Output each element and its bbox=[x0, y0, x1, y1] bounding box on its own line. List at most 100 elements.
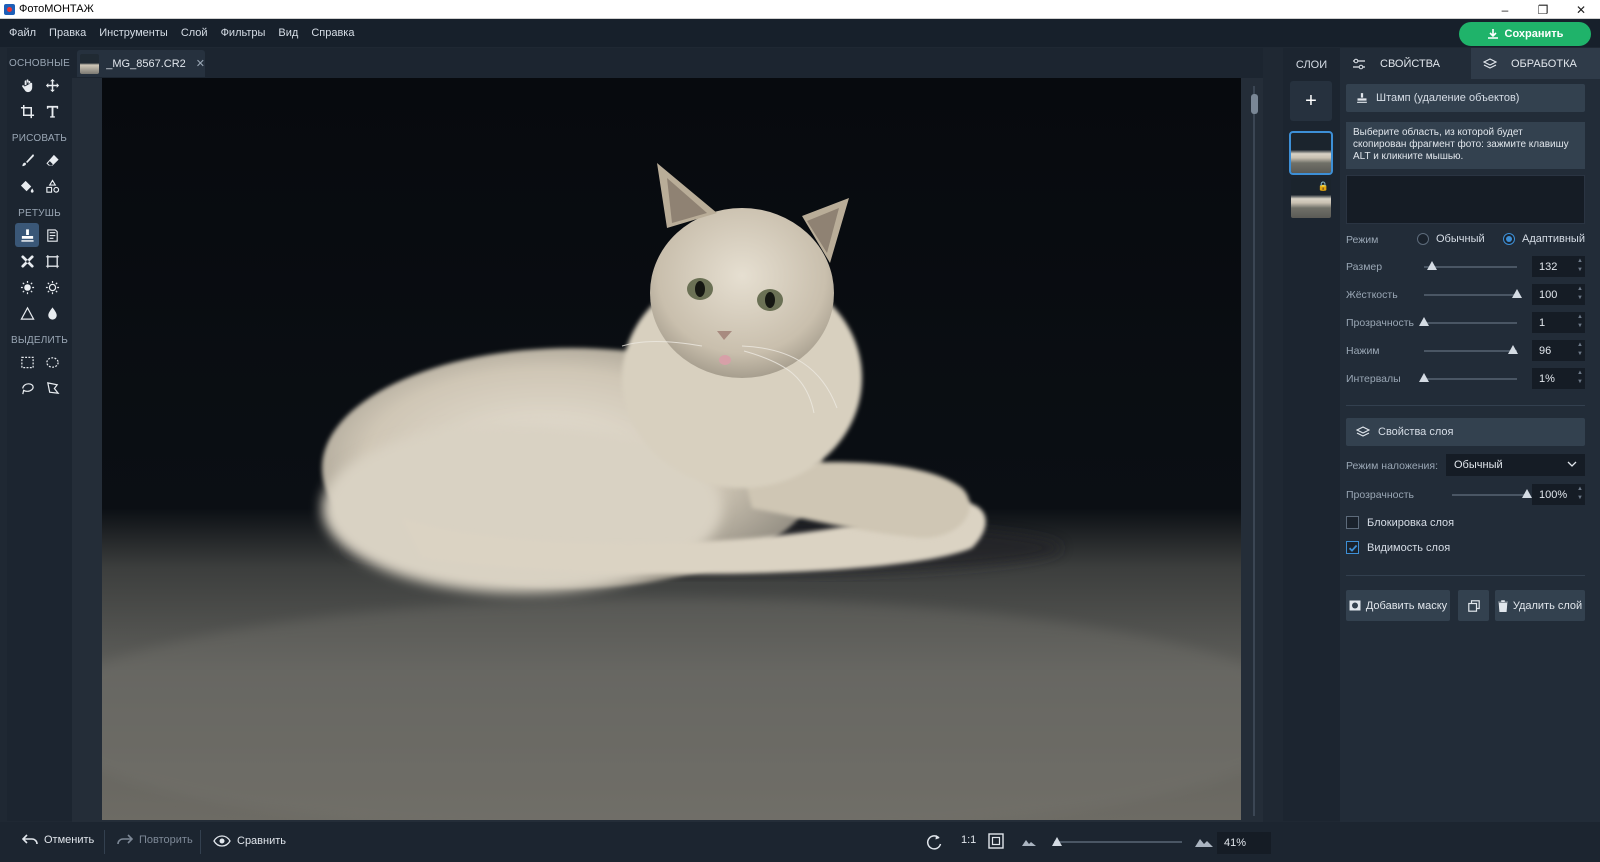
param-slider-knob[interactable] bbox=[1419, 373, 1429, 382]
lasso-tool[interactable] bbox=[15, 376, 39, 400]
spin-arrows[interactable]: ▲ ▼ bbox=[1577, 341, 1583, 359]
brush-tool[interactable] bbox=[15, 148, 39, 172]
param-input[interactable]: 132 ▲ ▼ bbox=[1532, 256, 1585, 277]
delete-layer-button[interactable]: Удалить слой bbox=[1495, 590, 1585, 621]
healing-tool[interactable] bbox=[15, 249, 39, 273]
photo-canvas[interactable] bbox=[102, 78, 1241, 820]
restore-button[interactable]: ❐ bbox=[1524, 0, 1562, 19]
param-slider-knob[interactable] bbox=[1427, 261, 1438, 270]
minimize-button[interactable]: – bbox=[1486, 0, 1524, 19]
patch-icon bbox=[46, 228, 58, 242]
close-window-button[interactable]: ✕ bbox=[1562, 0, 1600, 19]
rect-select-tool[interactable] bbox=[15, 350, 39, 374]
spin-arrows[interactable]: ▲ ▼ bbox=[1577, 313, 1583, 331]
scroll-thumb[interactable] bbox=[1251, 94, 1258, 114]
param-slider-knob[interactable] bbox=[1419, 317, 1429, 326]
rotate-button[interactable] bbox=[925, 833, 943, 851]
menu-edit[interactable]: Правка bbox=[49, 27, 86, 39]
close-tab-icon[interactable]: ✕ bbox=[196, 57, 205, 70]
param-label: Размер bbox=[1346, 261, 1383, 273]
move-icon bbox=[45, 78, 59, 92]
bandage-icon bbox=[20, 254, 34, 268]
fill-tool[interactable] bbox=[15, 174, 39, 198]
layer-opacity-input[interactable]: 100% ▲ ▼ bbox=[1532, 484, 1585, 505]
move-tool[interactable] bbox=[40, 73, 64, 97]
layer-thumbnail-top[interactable] bbox=[1289, 131, 1333, 175]
zoom-in-button[interactable] bbox=[1195, 834, 1213, 847]
mode-normal-radio[interactable]: Обычный bbox=[1417, 233, 1485, 245]
spin-arrows[interactable]: ▲ ▼ bbox=[1577, 485, 1583, 503]
patch-tool[interactable] bbox=[40, 223, 64, 247]
menu-tools[interactable]: Инструменты bbox=[99, 27, 168, 39]
separator bbox=[200, 830, 201, 854]
param-slider-knob[interactable] bbox=[1508, 345, 1519, 354]
tab-processing[interactable]: ОБРАБОТКА bbox=[1471, 48, 1600, 79]
param-slider[interactable] bbox=[1424, 345, 1519, 354]
param-label: Прозрачность bbox=[1346, 317, 1415, 329]
darken-tool[interactable] bbox=[40, 275, 64, 299]
undo-button[interactable]: Отменить bbox=[22, 834, 94, 846]
mode-label: Режим bbox=[1346, 234, 1379, 246]
stamp-tool[interactable] bbox=[15, 223, 39, 247]
add-mask-button[interactable]: Добавить маску bbox=[1346, 590, 1450, 621]
param-slider[interactable] bbox=[1419, 373, 1517, 382]
object-removal-tool[interactable] bbox=[40, 249, 64, 273]
save-button[interactable]: Сохранить bbox=[1459, 22, 1591, 46]
blend-mode-label: Режим наложения: bbox=[1346, 460, 1439, 472]
fit-screen-button[interactable] bbox=[988, 833, 1004, 849]
zoom-out-button[interactable] bbox=[1022, 836, 1036, 846]
tab-properties[interactable]: СВОЙСТВА bbox=[1340, 48, 1468, 79]
blend-mode-select[interactable]: Обычный bbox=[1446, 454, 1585, 476]
mode-adaptive-radio[interactable]: Адаптивный bbox=[1503, 233, 1585, 245]
actual-size-label: 1:1 bbox=[961, 834, 977, 846]
layer-opacity-slider[interactable] bbox=[1452, 489, 1532, 498]
crop-tool[interactable] bbox=[15, 99, 39, 123]
checkbox-box bbox=[1346, 516, 1359, 529]
lighten-tool[interactable] bbox=[15, 275, 39, 299]
param-input[interactable]: 100 ▲ ▼ bbox=[1532, 284, 1585, 305]
menu-filters[interactable]: Фильтры bbox=[221, 27, 266, 39]
spin-arrows[interactable]: ▲ ▼ bbox=[1577, 257, 1583, 275]
section-divider bbox=[1346, 575, 1585, 576]
add-layer-button[interactable]: + bbox=[1290, 81, 1332, 121]
layer-opacity-knob[interactable] bbox=[1522, 489, 1532, 498]
eraser-tool[interactable] bbox=[40, 148, 64, 172]
param-slider[interactable] bbox=[1424, 289, 1522, 298]
actual-size-button[interactable]: 1:1 bbox=[961, 834, 976, 846]
hand-tool[interactable] bbox=[15, 73, 39, 97]
text-tool[interactable] bbox=[40, 99, 64, 123]
menu-layer[interactable]: Слой bbox=[181, 27, 208, 39]
zoom-slider[interactable] bbox=[1054, 841, 1182, 843]
lock-layer-checkbox[interactable]: Блокировка слоя bbox=[1346, 516, 1454, 529]
sharpen-tool[interactable] bbox=[15, 301, 39, 325]
zoom-input[interactable]: 41% bbox=[1217, 832, 1271, 854]
canvas-vertical-scrollbar[interactable] bbox=[1249, 86, 1259, 816]
redo-button[interactable]: Повторить bbox=[117, 834, 193, 846]
blur-tool[interactable] bbox=[40, 301, 64, 325]
menu-help[interactable]: Справка bbox=[311, 27, 354, 39]
param-input[interactable]: 1% ▲ ▼ bbox=[1532, 368, 1585, 389]
undo-label: Отменить bbox=[44, 834, 95, 846]
menu-file[interactable]: Файл bbox=[9, 27, 36, 39]
zoom-slider-knob[interactable] bbox=[1051, 837, 1062, 846]
delete-layer-label: Удалить слой bbox=[1512, 599, 1583, 612]
document-tab[interactable]: _MG_8567.CR2 ✕ bbox=[77, 50, 205, 77]
polygon-lasso-tool[interactable] bbox=[40, 376, 64, 400]
spin-arrows[interactable]: ▲ ▼ bbox=[1577, 285, 1583, 303]
compare-button[interactable]: Сравнить bbox=[213, 834, 286, 848]
menu-view[interactable]: Вид bbox=[278, 27, 298, 39]
ellipse-select-tool[interactable] bbox=[40, 350, 64, 374]
layer-thumbnail-background[interactable]: 🔒 bbox=[1291, 178, 1331, 218]
param-input[interactable]: 96 ▲ ▼ bbox=[1532, 340, 1585, 361]
param-slider-knob[interactable] bbox=[1512, 289, 1522, 298]
tab-processing-label: ОБРАБОТКА bbox=[1511, 57, 1577, 70]
param-slider[interactable] bbox=[1424, 261, 1517, 270]
duplicate-layer-button[interactable] bbox=[1458, 590, 1489, 621]
layer-properties-label: Свойства слоя bbox=[1378, 426, 1454, 438]
shapes-tool[interactable] bbox=[40, 174, 64, 198]
param-slider[interactable] bbox=[1419, 317, 1517, 326]
spin-arrows[interactable]: ▲ ▼ bbox=[1577, 369, 1583, 387]
canvas-area[interactable] bbox=[72, 78, 1263, 822]
param-input[interactable]: 1 ▲ ▼ bbox=[1532, 312, 1585, 333]
visible-layer-checkbox[interactable]: Видимость слоя bbox=[1346, 541, 1450, 554]
